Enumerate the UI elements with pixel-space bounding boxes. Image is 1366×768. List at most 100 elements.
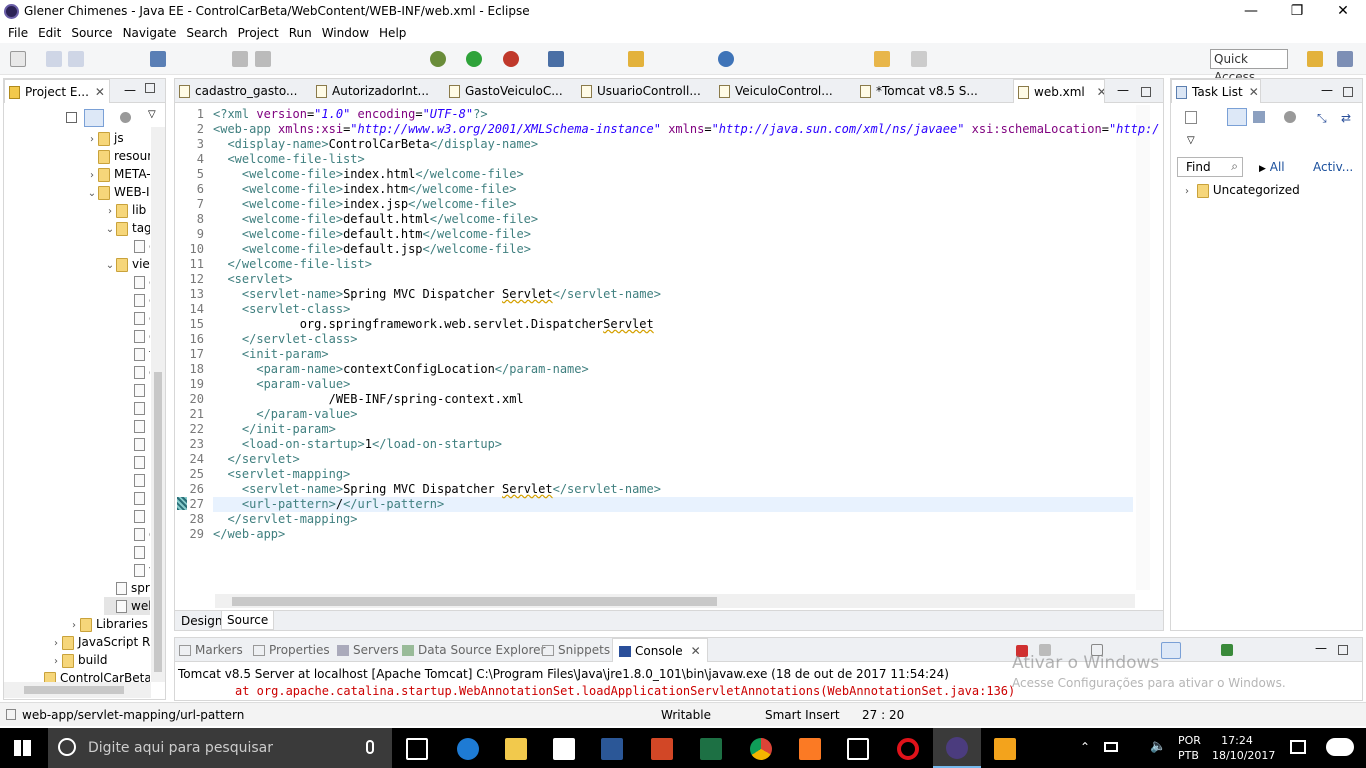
code-line[interactable]: <load-on-startup>1</load-on-startup> [213,437,502,452]
new-java-icon[interactable] [548,51,564,67]
microphone-icon[interactable] [366,740,374,754]
minimize-editor-icon[interactable]: — [1117,83,1129,97]
activate-link[interactable]: Activ... [1313,160,1353,174]
store-icon[interactable] [553,738,575,760]
code-line[interactable]: <param-value> [213,377,350,392]
tree-item[interactable]: fo [122,345,150,363]
save-all-icon[interactable] [68,51,84,67]
tree-item[interactable]: lo [122,471,150,489]
code-line[interactable]: <url-pattern>/</url-pattern> [213,497,444,512]
hide-completed-icon[interactable] [1284,111,1296,123]
show-hidden-icons[interactable]: ⌃ [1080,740,1090,754]
scheduled-icon[interactable] [1253,111,1265,123]
menu-window[interactable]: Window [317,24,374,42]
tree-item[interactable]: v [122,561,150,579]
stop-icon[interactable] [255,51,271,67]
code-line[interactable]: <welcome-file>default.jsp</welcome-file> [213,242,531,257]
expand-icon[interactable]: › [1181,186,1193,197]
task-category-row[interactable]: › Uncategorized [1181,183,1300,198]
close-icon[interactable]: ✕ [1093,85,1104,99]
tab-servers[interactable]: Servers [337,643,399,657]
filter-all-link[interactable]: ▶ All [1259,160,1285,174]
console-icon[interactable] [150,51,166,67]
tree-item[interactable]: li [122,417,150,435]
tab-console[interactable]: Console ✕ [612,638,708,662]
code-line[interactable]: <welcome-file>default.html</welcome-file… [213,212,538,227]
maximize-view-icon[interactable] [1343,87,1353,97]
tree-item[interactable]: ⌄ tags [104,219,150,237]
editor-tab[interactable]: *Tomcat v8.5 S... [856,79,1006,103]
edge-icon[interactable] [457,738,479,760]
tree-item[interactable]: n [122,507,150,525]
tree-horizontal-scrollbar[interactable] [4,682,151,698]
excel-icon[interactable] [700,738,722,760]
menu-edit[interactable]: Edit [33,24,66,42]
file-explorer-icon[interactable] [505,738,527,760]
media-player-icon[interactable] [994,738,1016,760]
debug-icon[interactable] [430,51,446,67]
tree-item[interactable]: resource [86,147,150,165]
maximize-editor-icon[interactable] [1141,87,1151,97]
tree-item[interactable]: ControlCarBeta2 [32,669,150,682]
tab-data-source-explorer[interactable]: Data Source Explorer [402,643,545,657]
tab-design[interactable]: Design [181,614,222,628]
back-icon[interactable] [874,51,890,67]
minimize-view-icon[interactable]: — [124,83,136,97]
open-perspective-icon[interactable] [1307,51,1323,67]
task-view-icon[interactable] [406,738,428,760]
tab-project-explorer[interactable]: Project E... ✕ [4,79,110,103]
tab-markers[interactable]: Markers [179,643,243,657]
terminate-icon[interactable] [232,51,248,67]
word-icon[interactable] [601,738,623,760]
code-line[interactable]: <servlet> [213,272,292,287]
new-icon[interactable] [10,51,26,67]
editor-tab[interactable]: web.xml ✕ [1013,79,1105,103]
menu-project[interactable]: Project [233,24,284,42]
tree-item[interactable]: › build [50,651,108,669]
editor-tab[interactable]: cadastro_gasto... [175,79,305,103]
minimize-button[interactable]: — [1228,0,1274,24]
code-line[interactable]: </web-app> [213,527,285,542]
tree-item[interactable]: sprin [104,579,150,597]
windows-start-icon[interactable] [14,740,31,756]
maximize-view-icon[interactable] [145,83,155,93]
editor-tab[interactable]: GastoVeiculoC... [445,79,570,103]
new-task-icon[interactable] [1185,111,1197,124]
tree-item[interactable]: in [122,399,150,417]
tree-item[interactable]: g [122,363,150,381]
mail-icon[interactable] [847,738,869,760]
code-line[interactable]: </servlet-class> [213,332,358,347]
menu-source[interactable]: Source [66,24,117,42]
expand-icon[interactable]: ⌄ [86,185,98,203]
editor-horizontal-scrollbar[interactable] [215,594,1135,608]
code-line[interactable]: </servlet> [213,452,299,467]
expand-icon[interactable]: ⌄ [104,257,116,275]
tab-task-list[interactable]: Task List ✕ [1171,79,1261,103]
code-line[interactable]: <welcome-file>index.jsp</welcome-file> [213,197,517,212]
tree-item[interactable]: u [122,543,150,561]
minimize-view-icon[interactable]: — [1315,641,1327,655]
close-icon[interactable]: ✕ [95,85,105,99]
view-menu-icon[interactable]: ▽ [148,109,156,120]
categorized-icon[interactable] [1227,108,1247,126]
code-line[interactable]: </welcome-file-list> [213,257,372,272]
tree-item[interactable]: ⌄ WEB-INF [86,183,150,201]
focus-icon[interactable]: ⤡ [1317,111,1327,126]
editor-vertical-scrollbar[interactable] [1136,105,1150,590]
open-type-icon[interactable] [628,51,644,67]
weather-icon[interactable] [1326,738,1354,756]
menu-run[interactable]: Run [284,24,317,42]
tree-item[interactable]: web. [104,597,150,615]
menu-navigate[interactable]: Navigate [118,24,182,42]
code-line[interactable]: org.springframework.web.servlet.Dispatch… [213,317,654,332]
tree-item[interactable]: c [122,273,150,291]
server-icon[interactable] [503,51,519,67]
powerpoint-icon[interactable] [651,738,673,760]
code-line[interactable]: <web-app xmlns:xsi="http://www.w3.org/20… [213,122,1160,137]
code-line[interactable]: <init-param> [213,347,329,362]
tree-item[interactable]: ›JavaScript Resou [50,633,150,651]
tree-item[interactable]: c [122,309,150,327]
view-menu-icon[interactable]: ▽ [1187,135,1195,146]
code-line[interactable]: <?xml version="1.0" encoding="UTF-8"?> [213,107,488,122]
eclipse-taskbar-icon[interactable] [933,728,981,768]
